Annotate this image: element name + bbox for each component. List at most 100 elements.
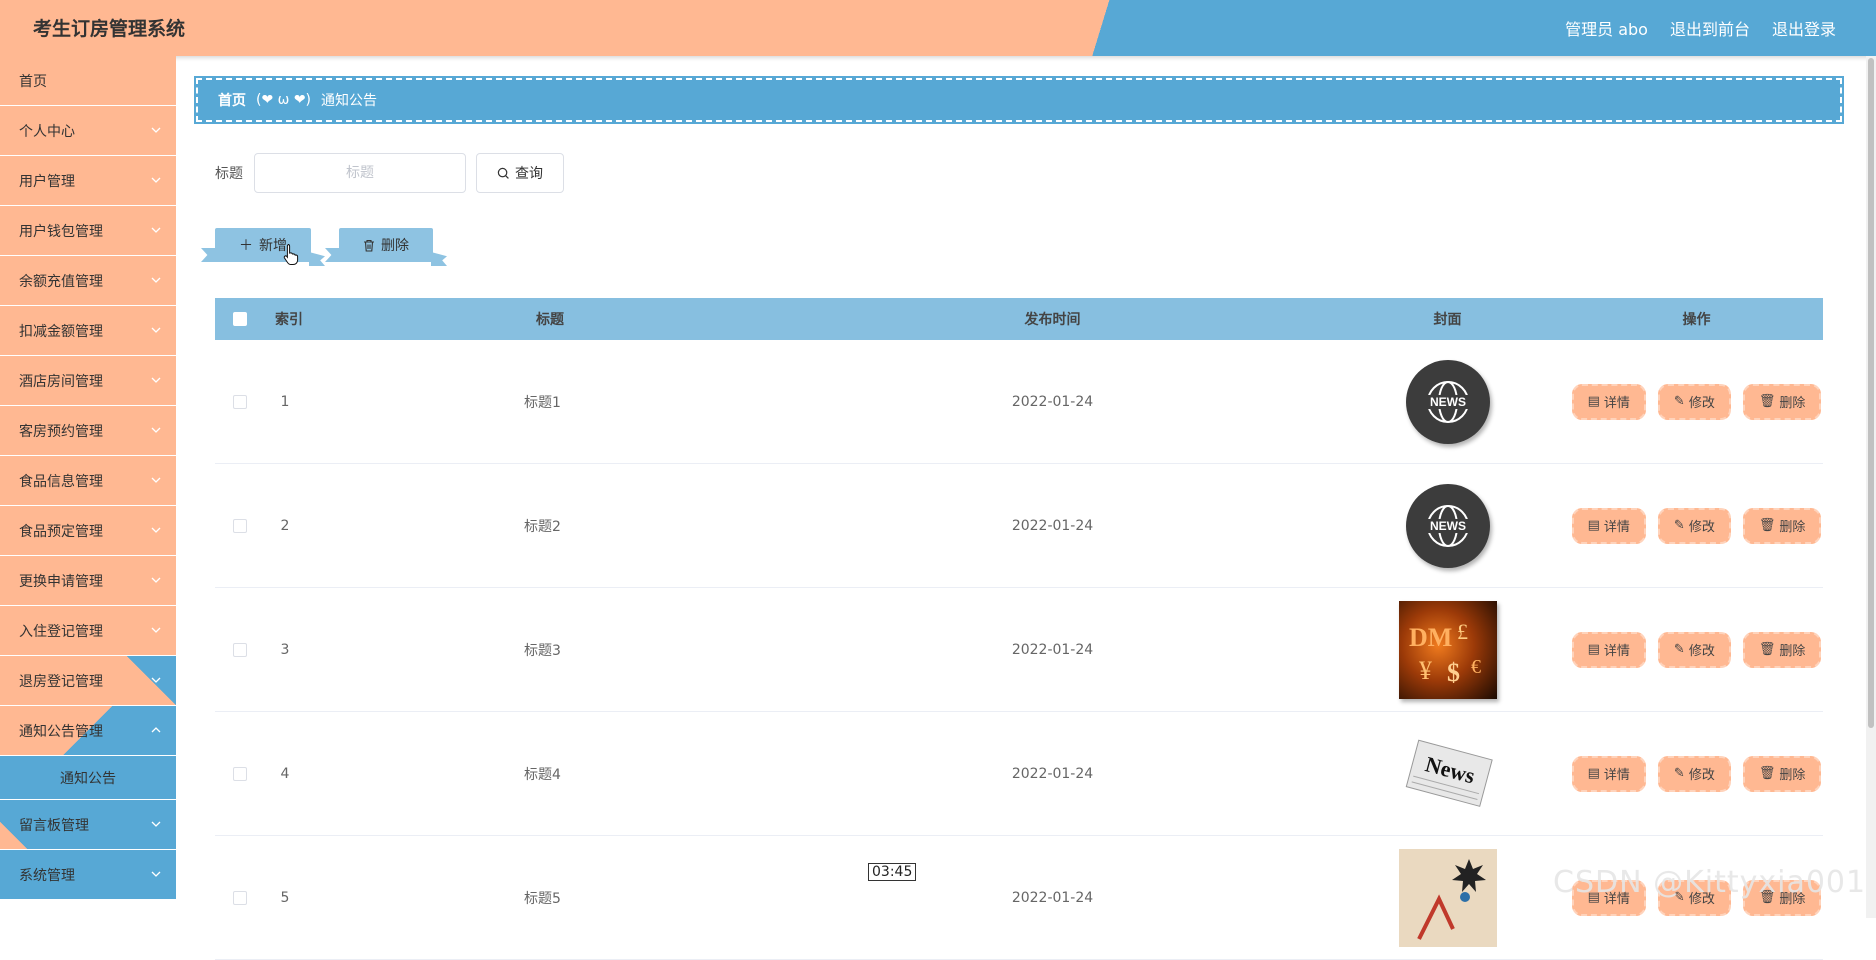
- detail-label: 详情: [1603, 768, 1630, 783]
- row-index: 2: [280, 517, 290, 534]
- sidebar-item-deduction[interactable]: 扣减金额管理: [0, 306, 176, 356]
- detail-button[interactable]: ▤ 详情: [1571, 383, 1646, 420]
- sidebar-item-label: 留言板管理: [19, 817, 89, 834]
- svg-text:NEWS: NEWS: [1430, 519, 1466, 533]
- detail-label: 详情: [1603, 520, 1630, 535]
- row-cover: NEWS: [1325, 359, 1570, 444]
- table-row: 4 标题4 2022-01-24 News ▤ 详情 ✎ 修改 🗑 删除: [215, 712, 1823, 836]
- row-title: 标题2: [524, 518, 561, 535]
- row-checkbox[interactable]: [233, 518, 247, 533]
- header-actions: 管理员 abo 退出到前台 退出登录: [1565, 16, 1836, 40]
- row-time: 2022-01-24: [1011, 641, 1094, 658]
- trash-icon: 🗑: [1758, 642, 1776, 657]
- sidebar-item-change-request[interactable]: 更换申请管理: [0, 556, 176, 606]
- sidebar-item-food-info[interactable]: 食品信息管理: [0, 456, 176, 506]
- sidebar-item-booking[interactable]: 客房预约管理: [0, 406, 176, 456]
- row-checkbox[interactable]: [233, 394, 247, 409]
- delete-label: 删除: [1779, 396, 1806, 411]
- row-check-cell: [215, 642, 265, 657]
- chevron-down-icon: [151, 227, 161, 233]
- sidebar-subitem-notice[interactable]: 通知公告: [0, 756, 176, 800]
- top-header: 考生订房管理系统 管理员 abo 退出到前台 退出登录: [0, 0, 1876, 56]
- sidebar-item-notice-mgmt[interactable]: 通知公告管理: [0, 706, 176, 756]
- sidebar-item-personal[interactable]: 个人中心: [0, 106, 176, 156]
- sidebar-item-checkout[interactable]: 退房登记管理: [0, 656, 176, 706]
- row-check-cell: [215, 394, 265, 409]
- app-title: 考生订房管理系统: [33, 18, 186, 40]
- to-front-link[interactable]: 退出到前台: [1670, 16, 1750, 40]
- delete-button[interactable]: 删除: [339, 228, 433, 262]
- row-checkbox[interactable]: [233, 766, 247, 781]
- header-title: 标题: [536, 312, 564, 328]
- row-index: 5: [280, 889, 290, 906]
- scrollbar[interactable]: [1866, 56, 1876, 918]
- row-check-cell: [215, 890, 265, 905]
- edit-button[interactable]: ✎ 修改: [1657, 507, 1731, 544]
- breadcrumb-home[interactable]: 首页: [218, 90, 246, 110]
- chevron-up-icon: [151, 727, 161, 733]
- sidebar: 首页 个人中心 用户管理 用户钱包管理 余额充值管理 扣减金额管理 酒店房间管理…: [0, 56, 176, 918]
- sidebar-item-wallet[interactable]: 用户钱包管理: [0, 206, 176, 256]
- search-label: 标题: [215, 166, 243, 182]
- edit-button[interactable]: ✎ 修改: [1657, 631, 1731, 668]
- sidebar-item-label: 用户管理: [19, 173, 75, 190]
- detail-button[interactable]: ▤ 详情: [1571, 755, 1646, 792]
- delete-button-label: 删除: [381, 238, 409, 254]
- chevron-down-icon: [151, 327, 161, 333]
- sidebar-item-food-order[interactable]: 食品预定管理: [0, 506, 176, 556]
- logout-link[interactable]: 退出登录: [1772, 16, 1836, 40]
- sidebar-item-label: 食品预定管理: [19, 523, 103, 540]
- time-tooltip: 03:45: [868, 863, 917, 881]
- row-cover: DM £ ¥ $ €: [1325, 600, 1570, 699]
- row-title: 标题3: [524, 642, 561, 659]
- sidebar-item-recharge[interactable]: 余额充值管理: [0, 256, 176, 306]
- svg-text:NEWS: NEWS: [1430, 395, 1466, 409]
- currency-image: DM £ ¥ $ €: [1398, 600, 1497, 699]
- row-time: 2022-01-24: [1011, 393, 1094, 410]
- breadcrumb-current: 通知公告: [321, 93, 378, 109]
- scrollbar-thumb[interactable]: [1868, 58, 1874, 728]
- sidebar-item-label: 入住登记管理: [19, 623, 103, 640]
- trash-icon: 🗑: [1758, 394, 1776, 409]
- notice-table: 索引 标题 发布时间 封面 操作 1 标题1 2022-01-24 NEWS ▤…: [215, 298, 1823, 960]
- row-delete-button[interactable]: 🗑 删除: [1742, 755, 1822, 792]
- delete-label: 删除: [1779, 644, 1806, 659]
- document-icon: ▤: [1587, 394, 1600, 409]
- edit-button[interactable]: ✎ 修改: [1657, 755, 1731, 792]
- row-check-cell: [215, 518, 265, 533]
- query-button[interactable]: 查询: [476, 153, 564, 193]
- watermark: CSDN @Kittyxia001: [1553, 865, 1867, 900]
- pencil-icon: ✎: [1673, 394, 1685, 409]
- sidebar-item-checkin[interactable]: 入住登记管理: [0, 606, 176, 656]
- detail-button[interactable]: ▤ 详情: [1571, 507, 1646, 544]
- row-checkbox[interactable]: [233, 890, 247, 905]
- row-delete-button[interactable]: 🗑 删除: [1742, 507, 1822, 544]
- sidebar-item-message-board[interactable]: 留言板管理: [0, 800, 176, 850]
- header-ops: 操作: [1682, 312, 1711, 328]
- row-delete-button[interactable]: 🗑 删除: [1742, 631, 1822, 668]
- edit-label: 修改: [1688, 644, 1715, 659]
- row-checkbox[interactable]: [233, 642, 247, 657]
- chevron-down-icon: [151, 477, 161, 483]
- search-input[interactable]: [254, 153, 466, 193]
- chevron-down-icon: [151, 577, 161, 583]
- trash-icon: 🗑: [1758, 766, 1776, 781]
- detail-button[interactable]: ▤ 详情: [1571, 631, 1646, 668]
- row-title: 标题1: [524, 394, 561, 411]
- select-all-checkbox[interactable]: [233, 312, 247, 326]
- sidebar-item-label: 退房登记管理: [19, 673, 103, 690]
- table-header: 索引 标题 发布时间 封面 操作: [215, 298, 1823, 340]
- sidebar-item-users[interactable]: 用户管理: [0, 156, 176, 206]
- row-cover: NEWS: [1325, 483, 1570, 568]
- illustration-image: [1398, 848, 1497, 947]
- header-check-cell: [215, 312, 265, 326]
- edit-button[interactable]: ✎ 修改: [1657, 383, 1731, 420]
- document-icon: ▤: [1587, 642, 1600, 657]
- edit-label: 修改: [1688, 396, 1715, 411]
- sidebar-item-rooms[interactable]: 酒店房间管理: [0, 356, 176, 406]
- sidebar-item-home[interactable]: 首页: [0, 56, 176, 106]
- chevron-down-icon: [151, 627, 161, 633]
- sidebar-item-system[interactable]: 系统管理: [0, 850, 176, 900]
- chevron-down-icon: [151, 177, 161, 183]
- row-delete-button[interactable]: 🗑 删除: [1742, 383, 1822, 420]
